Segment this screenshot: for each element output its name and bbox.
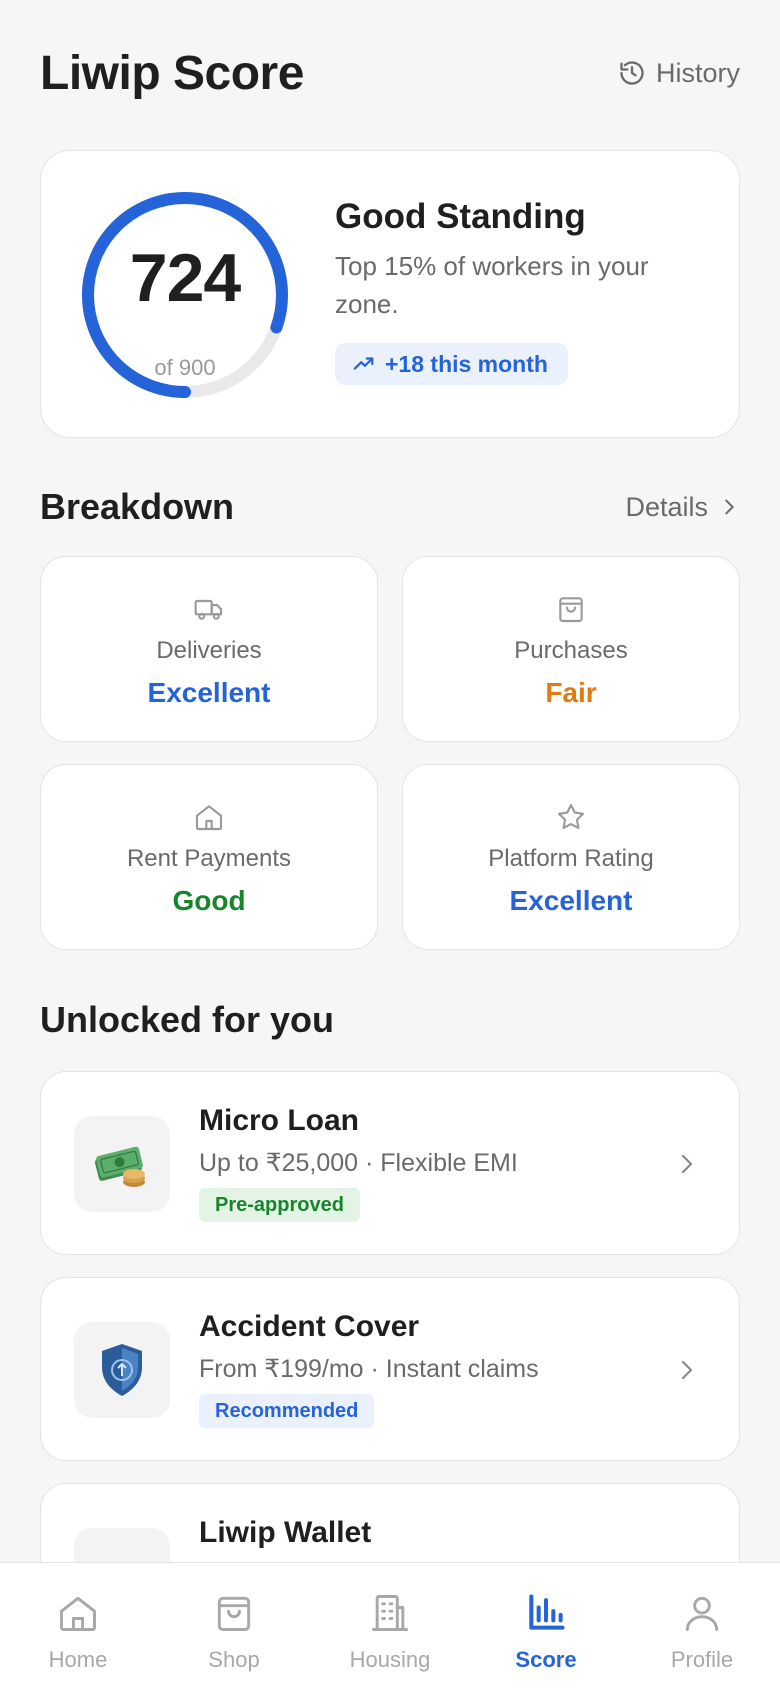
trend-label: +18 this month (385, 350, 548, 377)
score-gauge: 724 of 900 (81, 191, 289, 399)
breakdown-label: Platform Rating (488, 845, 654, 872)
unlocked-title: Unlocked for you (40, 999, 335, 1040)
home-icon (195, 805, 223, 831)
breakdown-value: Good (172, 885, 246, 916)
nav-item-score[interactable]: Score (471, 1563, 621, 1688)
offer-title: Liwip Wallet (199, 1516, 372, 1549)
breakdown-value: Excellent (509, 885, 633, 916)
home-icon (60, 1596, 96, 1631)
nav-label: Housing (349, 1647, 431, 1672)
nav-item-shop[interactable]: Shop (159, 1563, 309, 1688)
header: Liwip Score History (40, 40, 740, 106)
history-icon (620, 61, 644, 85)
building-icon (372, 1595, 408, 1631)
details-label: Details (625, 491, 708, 522)
breakdown-value: Fair (545, 677, 597, 708)
standing-description: Top 15% of workers in your zone. (335, 251, 649, 319)
user-icon (685, 1596, 719, 1631)
standing-title: Good Standing (335, 197, 586, 236)
nav-label: Home (48, 1647, 108, 1672)
score-value: 724 (129, 240, 241, 316)
shopping-bag-icon (559, 597, 583, 623)
offer-title: Micro Loan (199, 1104, 360, 1137)
truck-icon (194, 599, 223, 620)
nav-item-home[interactable]: Home (3, 1563, 153, 1688)
details-link[interactable]: Details (625, 492, 740, 523)
breakdown-label: Rent Payments (126, 845, 292, 872)
offer-card-micro-loan[interactable]: Micro Loan Up to ₹25,000 · Flexible EMI … (40, 1071, 740, 1255)
chevron-right-icon (725, 499, 734, 515)
unlocked-header: Unlocked for you (40, 995, 740, 1045)
standing-info: Good Standing Top 15% of workers in your… (335, 197, 715, 385)
recommended-badge: Recommended (199, 1394, 375, 1428)
nav-label: Profile (670, 1647, 734, 1672)
breakdown-label: Deliveries (156, 637, 262, 664)
shield-icon (102, 1344, 142, 1396)
offer-title: Accident Cover (199, 1310, 420, 1343)
offer-body: Liwip Wallet (199, 1516, 659, 1550)
offer-thumbnail (74, 1116, 170, 1212)
breakdown-card-platform-rating[interactable]: Platform Rating Excellent (402, 764, 740, 950)
breakdown-grid: Deliveries Excellent Purchases Fair Rent… (40, 556, 740, 950)
shopping-bag-icon (217, 1596, 251, 1631)
breakdown-card-deliveries[interactable]: Deliveries Excellent (40, 556, 378, 742)
nav-item-profile[interactable]: Profile (627, 1563, 777, 1688)
offer-subtitle: From ₹199/mo · Instant claims (199, 1355, 539, 1383)
breakdown-card-rent-payments[interactable]: Rent Payments Good (40, 764, 378, 950)
trending-up-icon (353, 357, 374, 370)
chevron-right-icon (681, 1360, 693, 1380)
offer-subtitle: Up to ₹25,000 · Flexible EMI (199, 1149, 518, 1177)
nav-item-housing[interactable]: Housing (315, 1563, 465, 1688)
history-label: History (655, 57, 740, 88)
breakdown-value: Excellent (147, 677, 271, 708)
breakdown-header: Breakdown Details (40, 482, 740, 532)
bar-chart-icon (529, 1594, 565, 1630)
star-icon (557, 803, 585, 829)
bottom-nav: Home Shop Housing Score Profile (0, 1562, 780, 1688)
breakdown-card-purchases[interactable]: Purchases Fair (402, 556, 740, 742)
money-stack-icon (94, 1146, 145, 1187)
offer-body: Accident Cover From ₹199/mo · Instant cl… (199, 1310, 659, 1428)
nav-label: Shop (208, 1647, 260, 1672)
page-title: Liwip Score (40, 46, 304, 100)
breakdown-title: Breakdown (40, 486, 235, 527)
offer-thumbnail (74, 1322, 170, 1418)
pre-approved-badge: Pre-approved (199, 1188, 360, 1222)
score-card: 724 of 900 Good Standing Top 15% of work… (40, 150, 740, 438)
offer-card-accident-cover[interactable]: Accident Cover From ₹199/mo · Instant cl… (40, 1277, 740, 1461)
nav-label: Score (515, 1647, 577, 1672)
offer-body: Micro Loan Up to ₹25,000 · Flexible EMI … (199, 1104, 659, 1222)
history-button[interactable]: History (618, 58, 740, 89)
score-max: of 900 (154, 355, 216, 380)
trend-badge: +18 this month (335, 343, 568, 385)
chevron-right-icon (681, 1154, 693, 1174)
breakdown-label: Purchases (514, 637, 628, 664)
